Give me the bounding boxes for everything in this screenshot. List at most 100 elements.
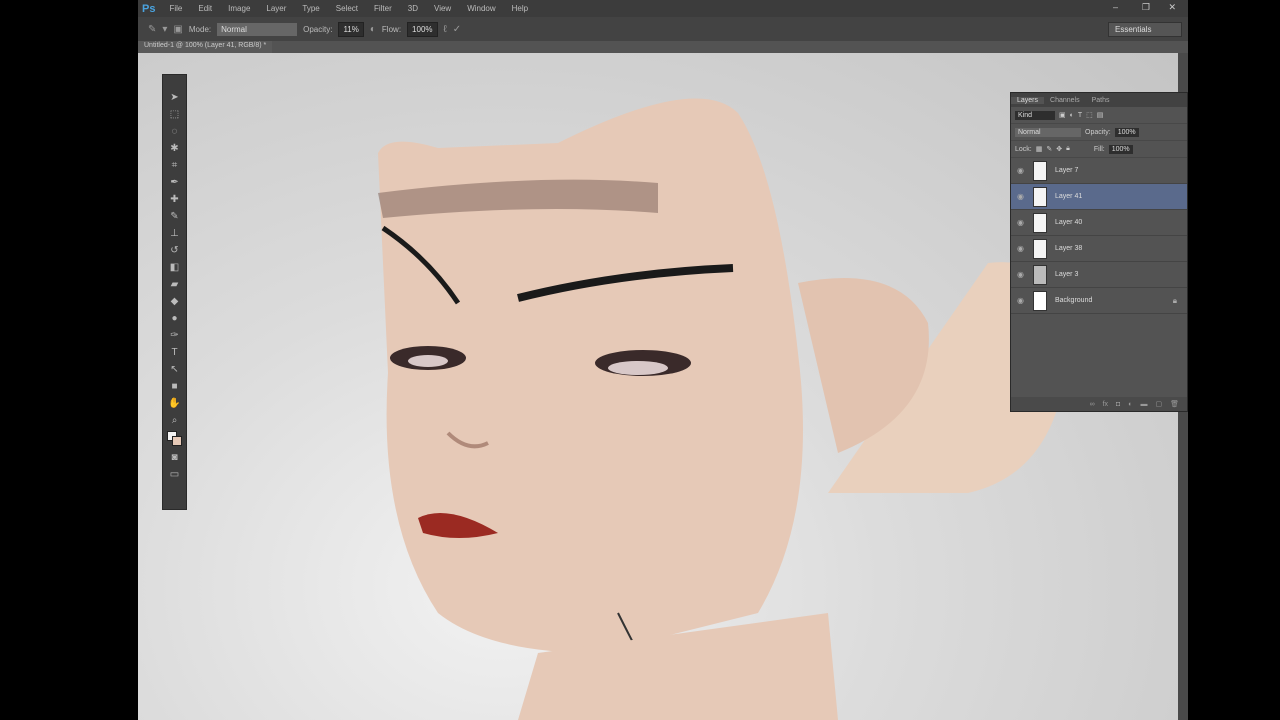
layer-name: Layer 3 — [1055, 271, 1079, 278]
eye-icon[interactable]: ◉ — [1017, 244, 1031, 253]
eye-icon[interactable]: ◉ — [1017, 192, 1031, 201]
layer-row[interactable]: ◉ Layer 40 — [1011, 210, 1187, 236]
pen-tool-icon[interactable]: ✑ — [170, 329, 178, 342]
stamp-tool-icon[interactable]: ⊥ — [170, 227, 179, 240]
eye-icon[interactable]: ◉ — [1017, 166, 1031, 175]
filter-type-icon[interactable]: T — [1078, 112, 1082, 119]
lock-pixels-icon[interactable]: ▦ — [1036, 145, 1043, 153]
tab-layers[interactable]: Layers — [1011, 96, 1045, 104]
layer-thumbnail — [1033, 238, 1047, 259]
photoshop-window: Ps File Edit Image Layer Type Select Fil… — [138, 0, 1188, 720]
workspace-switcher[interactable]: Essentials — [1108, 22, 1182, 37]
brush-panel-icon[interactable]: ▣ — [173, 24, 182, 35]
filter-row: Kind ▣ ◐ T ⬚ ▤ — [1011, 107, 1187, 124]
document-tab[interactable]: Untitled-1 @ 100% (Layer 41, RGB/8) * — [138, 41, 273, 53]
adjustment-icon[interactable]: ◐ — [1128, 401, 1132, 408]
layer-thumbnail — [1033, 160, 1047, 181]
maximize-button[interactable]: ❐ — [1142, 2, 1150, 13]
filter-kind-select[interactable]: Kind — [1015, 110, 1055, 120]
mode-select[interactable]: Normal — [217, 22, 298, 36]
menu-select[interactable]: Select — [328, 4, 366, 13]
background-color[interactable] — [171, 436, 182, 446]
layer-name: Layer 41 — [1055, 193, 1083, 200]
brush-tool-icon[interactable]: ✎ — [148, 24, 156, 35]
eyedropper-tool-icon[interactable]: ✒ — [170, 176, 178, 189]
marquee-tool-icon[interactable]: ⬚ — [170, 108, 179, 121]
layer-row[interactable]: ◉ Layer 3 — [1011, 262, 1187, 288]
blur-tool-icon[interactable]: ◆ — [171, 295, 179, 308]
fill-input[interactable]: 100% — [1108, 144, 1133, 154]
screen-mode-icon[interactable]: ▭ — [170, 468, 179, 481]
menu-bar: Ps File Edit Image Layer Type Select Fil… — [138, 0, 1188, 17]
menu-view[interactable]: View — [426, 4, 459, 13]
move-tool-icon[interactable]: ➤ — [170, 91, 178, 104]
fx-icon[interactable]: fx — [1103, 401, 1108, 408]
lock-brush-icon[interactable]: ✎ — [1046, 145, 1052, 153]
menu-layer[interactable]: Layer — [258, 4, 294, 13]
layer-row[interactable]: ◉ Layer 7 — [1011, 158, 1187, 184]
path-select-tool-icon[interactable]: ↖ — [170, 363, 178, 376]
shape-tool-icon[interactable]: ■ — [171, 380, 177, 393]
quick-select-tool-icon[interactable]: ✱ — [170, 142, 178, 155]
filter-pixel-icon[interactable]: ▣ — [1059, 111, 1066, 119]
history-brush-icon[interactable]: ↺ — [170, 244, 178, 257]
tab-channels[interactable]: Channels — [1044, 97, 1086, 104]
menu-type[interactable]: Type — [294, 4, 327, 13]
brush-tool-icon[interactable]: ✎ — [170, 210, 178, 223]
filter-smart-icon[interactable]: ▤ — [1097, 111, 1104, 119]
blend-row: Normal Opacity: 100% — [1011, 124, 1187, 141]
menu-window[interactable]: Window — [459, 4, 503, 13]
fill-label: Fill: — [1093, 145, 1105, 153]
color-swatches[interactable] — [166, 431, 183, 447]
delete-icon[interactable]: 🗑︎ — [1170, 400, 1179, 408]
filter-shape-icon[interactable]: ⬚ — [1086, 111, 1093, 119]
menu-image[interactable]: Image — [220, 4, 258, 13]
minimize-button[interactable]: – — [1113, 2, 1118, 12]
menu-3d[interactable]: 3D — [400, 4, 426, 13]
menu-filter[interactable]: Filter — [366, 4, 400, 13]
layer-row[interactable]: ◉ Layer 38 — [1011, 236, 1187, 262]
mask-icon[interactable]: ◘ — [1116, 401, 1120, 408]
dodge-tool-icon[interactable]: ● — [171, 312, 177, 325]
gradient-tool-icon[interactable]: ▰ — [171, 278, 179, 291]
layer-name: Layer 38 — [1055, 245, 1083, 252]
layer-opacity-input[interactable]: 100% — [1114, 127, 1139, 137]
layer-row[interactable]: ◉ Background 🔒︎ — [1011, 288, 1187, 314]
lock-row: Lock: ▦ ✎ ✥ 🔒︎ Fill: 100% — [1011, 141, 1187, 158]
type-tool-icon[interactable]: T — [171, 346, 177, 359]
close-button[interactable]: ✕ — [1168, 2, 1176, 13]
pressure-opacity-icon[interactable]: ◐ — [370, 24, 376, 35]
flow-input[interactable]: 100% — [407, 21, 438, 37]
opacity-input[interactable]: 11% — [338, 21, 364, 37]
panel-footer: ∞ fx ◘ ◐ ▬ ▢ 🗑︎ — [1011, 397, 1187, 411]
blend-mode-select[interactable]: Normal — [1015, 127, 1081, 137]
lock-label: Lock: — [1015, 145, 1032, 153]
eye-icon[interactable]: ◉ — [1017, 218, 1031, 227]
group-icon[interactable]: ▬ — [1140, 401, 1147, 408]
link-icon[interactable]: ∞ — [1090, 401, 1095, 408]
zoom-tool-icon[interactable]: ⌕ — [172, 414, 178, 427]
menu-file[interactable]: File — [161, 4, 190, 13]
healing-tool-icon[interactable]: ✚ — [170, 193, 178, 206]
quick-mask-icon[interactable]: ◙ — [171, 451, 177, 464]
layer-name: Background — [1055, 297, 1093, 304]
tab-paths[interactable]: Paths — [1086, 97, 1116, 104]
brush-preset-icon[interactable]: ▾ — [162, 24, 167, 35]
panel-tabs: Layers Channels Paths — [1011, 93, 1187, 107]
layer-row-selected[interactable]: ◉ Layer 41 — [1011, 184, 1187, 210]
pressure-size-icon[interactable]: ✓ — [453, 24, 461, 35]
eye-icon[interactable]: ◉ — [1017, 296, 1031, 305]
airbrush-icon[interactable]: ℓ — [444, 24, 447, 35]
layer-thumbnail — [1033, 212, 1047, 233]
menu-edit[interactable]: Edit — [190, 4, 220, 13]
crop-tool-icon[interactable]: ⌗ — [172, 159, 178, 172]
lasso-tool-icon[interactable]: ◌ — [172, 125, 178, 138]
eye-icon[interactable]: ◉ — [1017, 270, 1031, 279]
lock-position-icon[interactable]: ✥ — [1056, 145, 1062, 153]
new-layer-icon[interactable]: ▢ — [1155, 400, 1162, 408]
eraser-tool-icon[interactable]: ◧ — [170, 261, 179, 274]
hand-tool-icon[interactable]: ✋ — [168, 397, 180, 410]
menu-help[interactable]: Help — [504, 4, 536, 13]
lock-all-icon[interactable]: 🔒︎ — [1066, 145, 1070, 153]
filter-adjust-icon[interactable]: ◐ — [1070, 112, 1074, 119]
